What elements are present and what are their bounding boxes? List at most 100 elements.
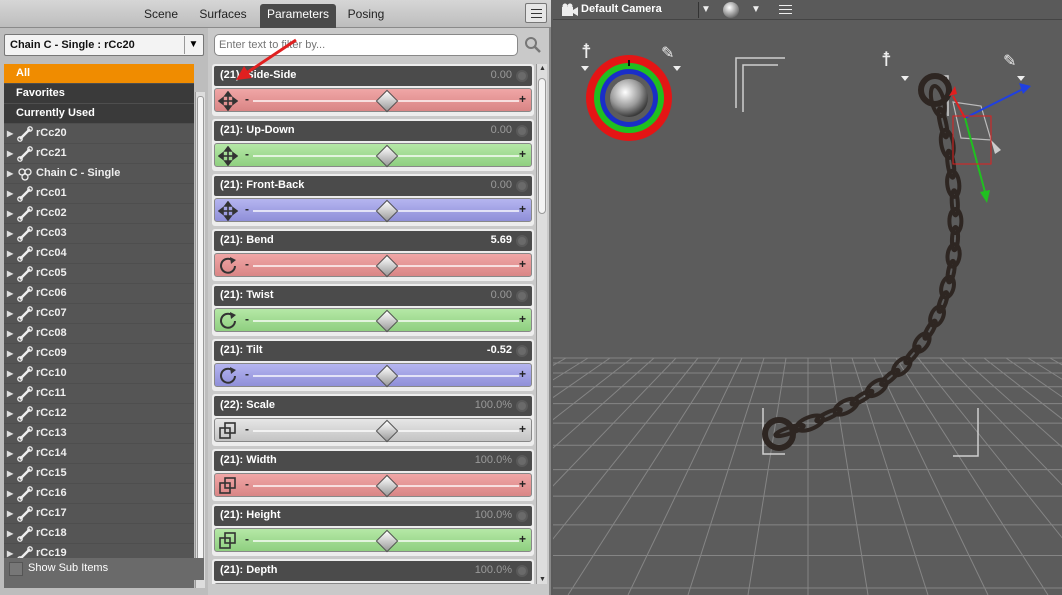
slider-decrement[interactable]: - — [245, 92, 249, 106]
slider-increment[interactable]: + — [519, 147, 526, 161]
scroll-up-arrow-icon[interactable]: ▲ — [537, 65, 548, 72]
list-item[interactable]: ▶ rCc09 — [4, 344, 194, 364]
show-sub-items-row[interactable]: Show Sub Items — [4, 558, 204, 580]
draw-style-sphere-icon[interactable] — [723, 2, 739, 18]
slider-decrement[interactable]: - — [245, 312, 249, 326]
expand-arrow-icon[interactable]: ▶ — [7, 144, 13, 163]
slider-increment[interactable]: + — [519, 477, 526, 491]
figure-orbit-control-right[interactable]: ☨ — [881, 47, 909, 81]
slider-knob[interactable] — [375, 529, 399, 553]
expand-arrow-icon[interactable]: ▶ — [7, 384, 13, 403]
gear-icon[interactable] — [516, 455, 528, 467]
list-item[interactable]: ▶ rCc12 — [4, 404, 194, 424]
slider-decrement[interactable]: - — [245, 477, 249, 491]
parameter-value[interactable]: 100.0% — [475, 564, 512, 576]
slider-decrement[interactable]: - — [245, 422, 249, 436]
parameter-slider[interactable]: -+ — [214, 253, 532, 278]
pane-options-menu-icon[interactable] — [525, 3, 547, 23]
slider-decrement[interactable]: - — [245, 367, 249, 381]
tab-parameters[interactable]: Parameters — [260, 4, 336, 28]
gear-icon[interactable] — [516, 345, 528, 357]
expand-arrow-icon[interactable]: ▶ — [7, 404, 13, 423]
pin-pan-control[interactable]: ✎ — [661, 43, 681, 71]
list-item[interactable]: ▶ rCc17 — [4, 504, 194, 524]
list-item[interactable]: ▶ rCc11 — [4, 384, 194, 404]
filter-item[interactable]: Favorites — [4, 84, 194, 104]
parameter-slider[interactable]: -+ — [214, 143, 532, 168]
parameter-slider[interactable]: -+ — [214, 88, 532, 113]
gear-icon[interactable] — [516, 565, 528, 577]
chevron-down-icon[interactable]: ▼ — [701, 4, 711, 15]
pin-pan-control-right[interactable]: ✎ — [1003, 51, 1025, 81]
list-item[interactable]: ▶ rCc03 — [4, 224, 194, 244]
parameter-slider[interactable]: -+ — [214, 583, 532, 584]
show-sub-items-checkbox[interactable] — [9, 562, 23, 576]
parameter-slider[interactable]: -+ — [214, 528, 532, 553]
tab-posing[interactable]: Posing — [340, 4, 392, 28]
parameter-header[interactable]: (21): Front-Back 0.00 — [214, 176, 532, 196]
expand-arrow-icon[interactable]: ▶ — [7, 124, 13, 143]
scrollbar-thumb[interactable] — [197, 96, 204, 566]
slider-knob[interactable] — [375, 144, 399, 168]
slider-decrement[interactable]: - — [245, 257, 249, 271]
parameter-value[interactable]: 0.00 — [491, 179, 512, 191]
list-item[interactable]: ▶ rCc18 — [4, 524, 194, 544]
slider-increment[interactable]: + — [519, 312, 526, 326]
list-item[interactable]: ▶ rCc15 — [4, 464, 194, 484]
tab-scene[interactable]: Scene — [134, 4, 188, 28]
list-item[interactable]: ▶ rCc07 — [4, 304, 194, 324]
chain-end-ring[interactable] — [918, 73, 952, 107]
parameter-value[interactable]: 5.69 — [491, 234, 512, 246]
expand-arrow-icon[interactable]: ▶ — [7, 324, 13, 343]
parameter-slider[interactable]: -+ — [214, 363, 532, 388]
slider-knob[interactable] — [375, 89, 399, 113]
3d-viewport[interactable]: Default Camera ▼ ▼ ☨ ✎ ☨ ✎ — [553, 0, 1062, 595]
tab-surfaces[interactable]: Surfaces — [192, 4, 254, 28]
chevron-down-icon[interactable]: ▼ — [751, 4, 761, 15]
parameter-header[interactable]: (21): Depth 100.0% — [214, 561, 532, 581]
orbit-sphere-control[interactable] — [586, 55, 672, 141]
filter-item[interactable]: Currently Used — [4, 104, 194, 124]
slider-increment[interactable]: + — [519, 257, 526, 271]
scroll-down-arrow-icon[interactable]: ▼ — [537, 576, 548, 583]
expand-arrow-icon[interactable]: ▶ — [7, 424, 13, 443]
expand-arrow-icon[interactable]: ▶ — [7, 484, 13, 503]
parameter-header[interactable]: (21): Up-Down 0.00 — [214, 121, 532, 141]
expand-arrow-icon[interactable]: ▶ — [7, 444, 13, 463]
chain-model[interactable] — [762, 73, 964, 451]
gear-icon[interactable] — [516, 290, 528, 302]
camera-label[interactable]: Default Camera — [581, 3, 662, 15]
expand-arrow-icon[interactable]: ▶ — [7, 504, 13, 523]
parameter-slider[interactable]: -+ — [214, 308, 532, 333]
parameter-header[interactable]: (21): Twist 0.00 — [214, 286, 532, 306]
gear-icon[interactable] — [516, 125, 528, 137]
expand-arrow-icon[interactable]: ▶ — [7, 304, 13, 323]
node-list-scrollbar[interactable] — [195, 92, 205, 588]
parameter-header[interactable]: (21): Tilt -0.52 — [214, 341, 532, 361]
expand-arrow-icon[interactable]: ▶ — [7, 264, 13, 283]
list-item[interactable]: ▶ rCc06 — [4, 284, 194, 304]
expand-arrow-icon[interactable]: ▶ — [7, 284, 13, 303]
expand-arrow-icon[interactable]: ▶ — [7, 364, 13, 383]
list-item[interactable]: ▶ rCc02 — [4, 204, 194, 224]
parameter-header[interactable]: (22): Scale 100.0% — [214, 396, 532, 416]
expand-arrow-icon[interactable]: ▶ — [7, 204, 13, 223]
gear-icon[interactable] — [516, 510, 528, 522]
slider-increment[interactable]: + — [519, 202, 526, 216]
parameter-slider[interactable]: -+ — [214, 198, 532, 223]
chevron-down-icon[interactable]: ▼ — [184, 36, 202, 54]
list-item[interactable]: ▶ rCc16 — [4, 484, 194, 504]
expand-arrow-icon[interactable]: ▶ — [7, 224, 13, 243]
expand-arrow-icon[interactable]: ▶ — [7, 244, 13, 263]
gear-icon[interactable] — [516, 400, 528, 412]
list-item[interactable]: ▶ rCc01 — [4, 184, 194, 204]
list-item[interactable]: ▶ rCc20 — [4, 124, 194, 144]
list-item[interactable]: ▶ rCc10 — [4, 364, 194, 384]
parameter-header[interactable]: (21): Bend 5.69 — [214, 231, 532, 251]
viewport-scene[interactable]: ☨ ✎ ☨ ✎ — [553, 20, 1062, 595]
list-item[interactable]: ▶ rCc21 — [4, 144, 194, 164]
slider-increment[interactable]: + — [519, 367, 526, 381]
slider-knob[interactable] — [375, 419, 399, 443]
parameter-value[interactable]: 0.00 — [491, 69, 512, 81]
filter-item[interactable]: All — [4, 64, 194, 84]
